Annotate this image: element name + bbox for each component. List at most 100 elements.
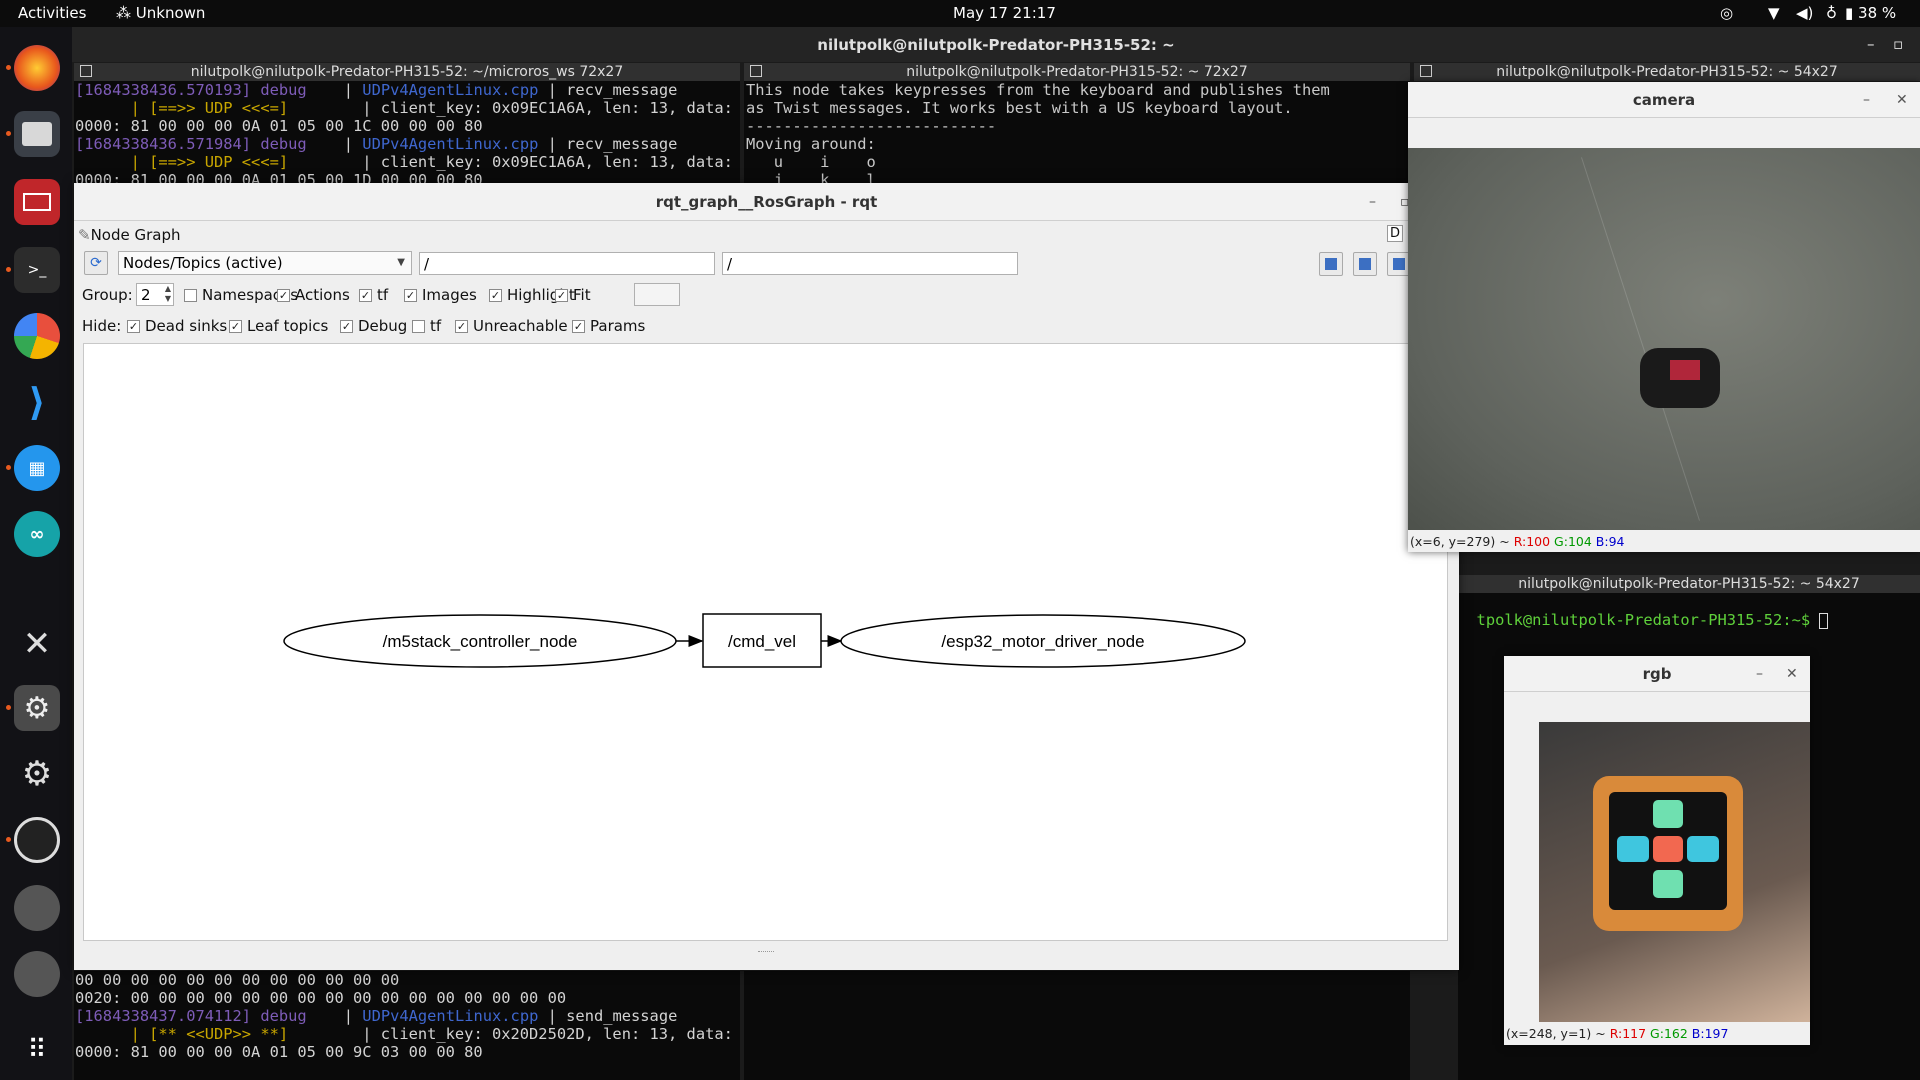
terminal-pane-3-titlebar[interactable]: nilutpolk@nilutpolk-Predator-PH315-52: ~… (1414, 63, 1920, 81)
wifi-icon[interactable]: ▼ (1768, 4, 1780, 22)
app-menu[interactable]: ⁂ Unknown (116, 4, 205, 22)
terminal-pane-2-titlebar[interactable]: nilutpolk@nilutpolk-Predator-PH315-52: ~… (744, 63, 1410, 81)
checkbox-box[interactable]: ✓ (127, 320, 140, 333)
checkbox-label: Dead sinks (145, 317, 228, 335)
log-level: debug (260, 135, 307, 153)
save-dot-button[interactable] (1353, 252, 1377, 276)
checkbox-dead-sinks[interactable]: ✓ Dead sinks (127, 317, 227, 335)
update-icon[interactable]: ◎ (1720, 4, 1733, 22)
checkbox-tf[interactable]: ✓ tf (359, 286, 388, 304)
refresh-button[interactable]: ⟳ (84, 251, 108, 275)
checkbox-label: Fit (573, 286, 591, 304)
disc-icon[interactable] (14, 885, 60, 931)
graph-node-m5stack[interactable]: /m5stack_controller_node (283, 614, 677, 668)
fit-button[interactable] (634, 283, 680, 306)
checkbox-box[interactable] (184, 289, 197, 302)
minimize-icon[interactable]: – (1863, 82, 1870, 118)
checkbox-leaf-topics[interactable]: ✓ Leaf topics (229, 317, 328, 335)
checkbox-box[interactable]: ✓ (489, 289, 502, 302)
terminal-pane-1-titlebar[interactable]: nilutpolk@nilutpolk-Predator-PH315-52: ~… (74, 63, 740, 81)
volume-icon[interactable]: ◀) (1796, 4, 1813, 22)
checkbox-box[interactable]: ✓ (455, 320, 468, 333)
dock-toggle-button[interactable]: D (1387, 225, 1404, 242)
checkbox-debug[interactable]: ✓ Debug (340, 317, 407, 335)
camera-image[interactable] (1408, 148, 1920, 530)
microphone-icon[interactable]: ♁ (1826, 4, 1837, 22)
graph-type-select[interactable]: Nodes/Topics (active) ▼ (118, 251, 412, 275)
terminal-pane-2[interactable]: This node takes keypresses from the keyb… (744, 81, 1410, 185)
terminal-pane-2-bottom[interactable] (744, 971, 1410, 1080)
pie-app-icon[interactable] (14, 313, 60, 359)
settings-alt-icon[interactable]: ⚙ (14, 751, 60, 797)
rqt-titlebar[interactable]: rqt_graph__RosGraph - rqt – ▫ (74, 183, 1459, 221)
topic-filter-input[interactable]: / (722, 252, 1018, 275)
checkbox-images[interactable]: ✓ Images (404, 286, 477, 304)
checkbox-tf[interactable]: tf (412, 317, 441, 335)
terminal-pane-4-titlebar[interactable]: nilutpolk@nilutpolk-Predator-PH315-52: ~… (1458, 575, 1920, 593)
checkbox-box[interactable] (412, 320, 425, 333)
node-filter-input[interactable]: / (419, 252, 715, 275)
terminal-line: 0000: 81 00 00 00 0A 01 05 00 1C 00 00 0… (75, 117, 740, 135)
minimize-icon[interactable]: – (1867, 35, 1875, 53)
checkbox-fit[interactable]: ✓ Fit (555, 286, 591, 304)
apps-grid-icon[interactable]: ⠿ (14, 1027, 60, 1073)
log-separator: | (306, 1007, 363, 1025)
terminal-text: 0000: 81 00 00 00 0A 01 05 00 1C 00 00 0… (75, 117, 483, 135)
group-spinbox[interactable]: 2 ▲ ▼ (136, 283, 174, 306)
camera-titlebar[interactable]: camera – ✕ (1408, 82, 1920, 118)
terminal-pane-1-bottom[interactable]: 00 00 00 00 00 00 00 00 00 00 00 00 0020:… (74, 971, 740, 1080)
checkbox-actions[interactable]: ✓ Actions (277, 286, 350, 304)
graph-type-value: Nodes/Topics (active) (123, 254, 283, 272)
checkbox-label: Leaf topics (247, 317, 329, 335)
files-icon[interactable] (14, 111, 60, 157)
settings-icon[interactable]: ⚙ (14, 685, 60, 731)
resize-handle[interactable] (758, 951, 774, 954)
close-icon[interactable]: ✕ (1896, 82, 1908, 118)
checkbox-box[interactable]: ✓ (359, 289, 372, 302)
clock[interactable]: May 17 21:17 (953, 4, 1056, 22)
rgb-titlebar[interactable]: rgb – ✕ (1504, 656, 1810, 692)
firefox-icon[interactable] (14, 45, 60, 91)
minimize-icon[interactable]: – (1756, 656, 1763, 692)
tools-icon[interactable]: ✕ (14, 621, 60, 667)
graph-node-esp32[interactable]: /esp32_motor_driver_node (840, 614, 1246, 668)
terminal-pane-3-title: nilutpolk@nilutpolk-Predator-PH315-52: ~… (1496, 64, 1838, 80)
checkbox-unreachable[interactable]: ✓ Unreachable (455, 317, 568, 335)
docker-icon[interactable]: ▦ (14, 445, 60, 491)
maximize-icon[interactable]: ▫ (1893, 35, 1903, 53)
running-dot (6, 65, 11, 70)
activities-button[interactable]: Activities (18, 4, 86, 22)
checkbox-box[interactable]: ✓ (340, 320, 353, 333)
graph-topic-cmd-vel[interactable]: /cmd_vel (702, 613, 822, 668)
rqt-window: rqt_graph__RosGraph - rqt – ▫ ✎Node Grap… (74, 183, 1459, 970)
close-icon[interactable]: ✕ (1786, 656, 1798, 692)
app-name: Unknown (135, 4, 206, 22)
disc-icon[interactable] (14, 951, 60, 997)
graph-canvas[interactable]: /m5stack_controller_node /cmd_vel /esp32… (83, 343, 1448, 941)
terminal-line: as Twist messages. It works best with a … (746, 99, 1293, 117)
log-message: | client_key: 0x09EC1A6A, len: 13, data: (288, 153, 733, 171)
terminal-pane-1[interactable]: [1684338436.570193] debug | UDPv4AgentLi… (74, 81, 740, 185)
arduino-icon[interactable]: ∞ (14, 511, 60, 557)
minimize-icon[interactable]: – (1369, 183, 1376, 221)
group-label: Group: (82, 286, 133, 304)
log-message: | client_key: 0x09EC1A6A, len: 13, data: (288, 99, 733, 117)
checkbox-box[interactable]: ✓ (572, 320, 585, 333)
rgb-status-bar: (x=248, y=1) ~ R:117 G:162 B:197 (1504, 1024, 1810, 1044)
top-bar: Activities ⁂ Unknown May 17 21:17 ◎ ▼ ◀)… (0, 0, 1920, 27)
vscode-icon[interactable]: ⟩ (14, 379, 60, 425)
checkbox-box[interactable]: ✓ (555, 289, 568, 302)
presenter-icon[interactable] (14, 179, 60, 225)
checkbox-box[interactable]: ✓ (404, 289, 417, 302)
checkbox-box[interactable]: ✓ (229, 320, 242, 333)
main-terminal-header: nilutpolk@nilutpolk-Predator-PH315-52: ~… (72, 27, 1920, 62)
checkbox-params[interactable]: ✓ Params (572, 317, 645, 335)
obs-icon[interactable] (14, 817, 60, 863)
main-terminal-title: nilutpolk@nilutpolk-Predator-PH315-52: ~ (817, 36, 1175, 54)
load-dot-button[interactable] (1319, 252, 1343, 276)
terminal-icon[interactable]: >_ (14, 247, 60, 293)
rgb-image[interactable] (1539, 722, 1810, 1022)
battery-indicator[interactable]: ▮ 38 % (1845, 4, 1896, 22)
log-source-file: UDPv4AgentLinux.cpp (362, 135, 539, 153)
checkbox-box[interactable]: ✓ (277, 289, 290, 302)
